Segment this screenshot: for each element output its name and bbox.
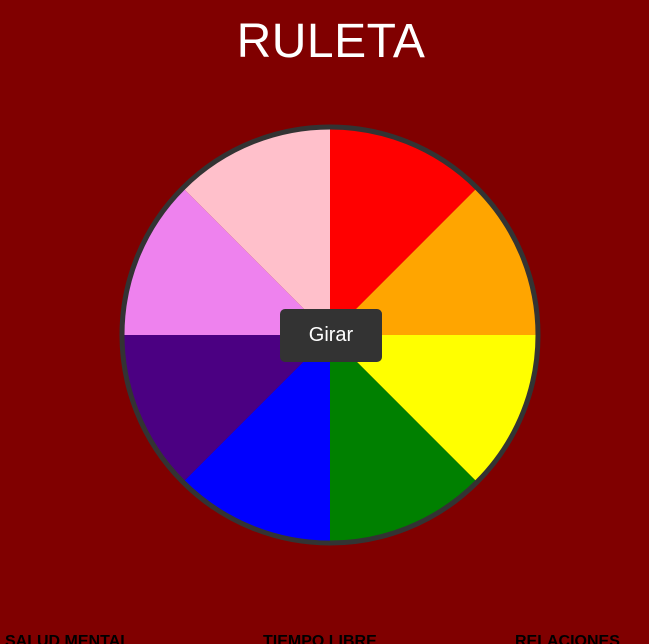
roulette-page: RULETA Girar SALUD MENTAL TIEMPO LIBRE R…: [0, 0, 649, 644]
category-label-mental-health: SALUD MENTAL: [5, 633, 131, 644]
page-title: RULETA: [236, 15, 426, 68]
category-label-free-time: TIEMPO LIBRE: [263, 633, 377, 644]
spin-button[interactable]: Girar: [280, 309, 382, 362]
category-labels: SALUD MENTAL TIEMPO LIBRE RELACIONES: [0, 633, 649, 644]
category-label-relationships: RELACIONES: [515, 633, 620, 644]
